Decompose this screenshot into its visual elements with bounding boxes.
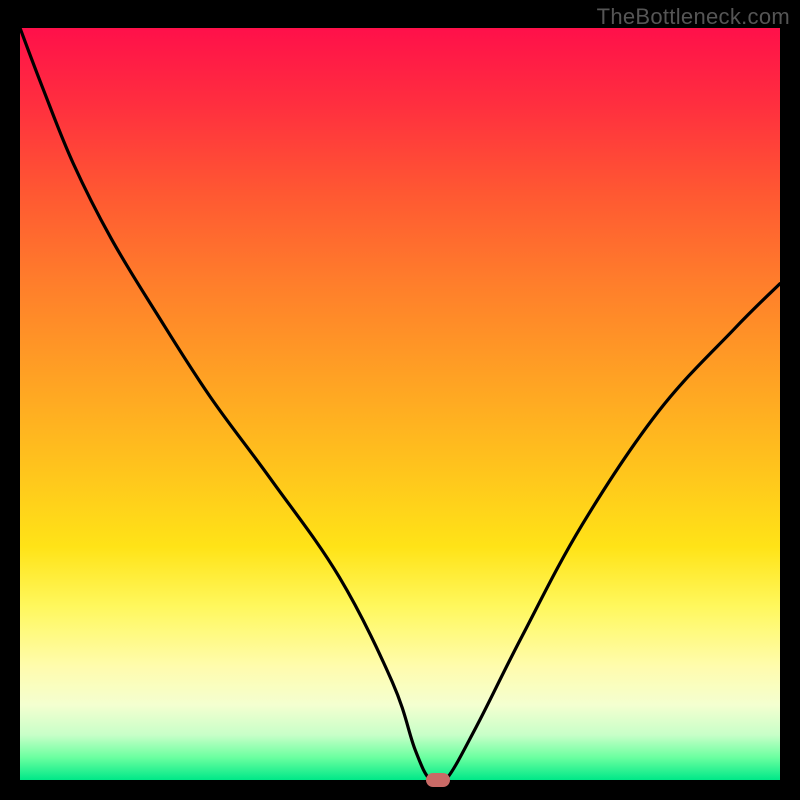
chart-frame: TheBottleneck.com [0, 0, 800, 800]
watermark-text: TheBottleneck.com [597, 4, 790, 30]
curve-path [20, 28, 780, 780]
optimal-point-marker [426, 773, 450, 787]
bottleneck-curve [20, 28, 780, 780]
